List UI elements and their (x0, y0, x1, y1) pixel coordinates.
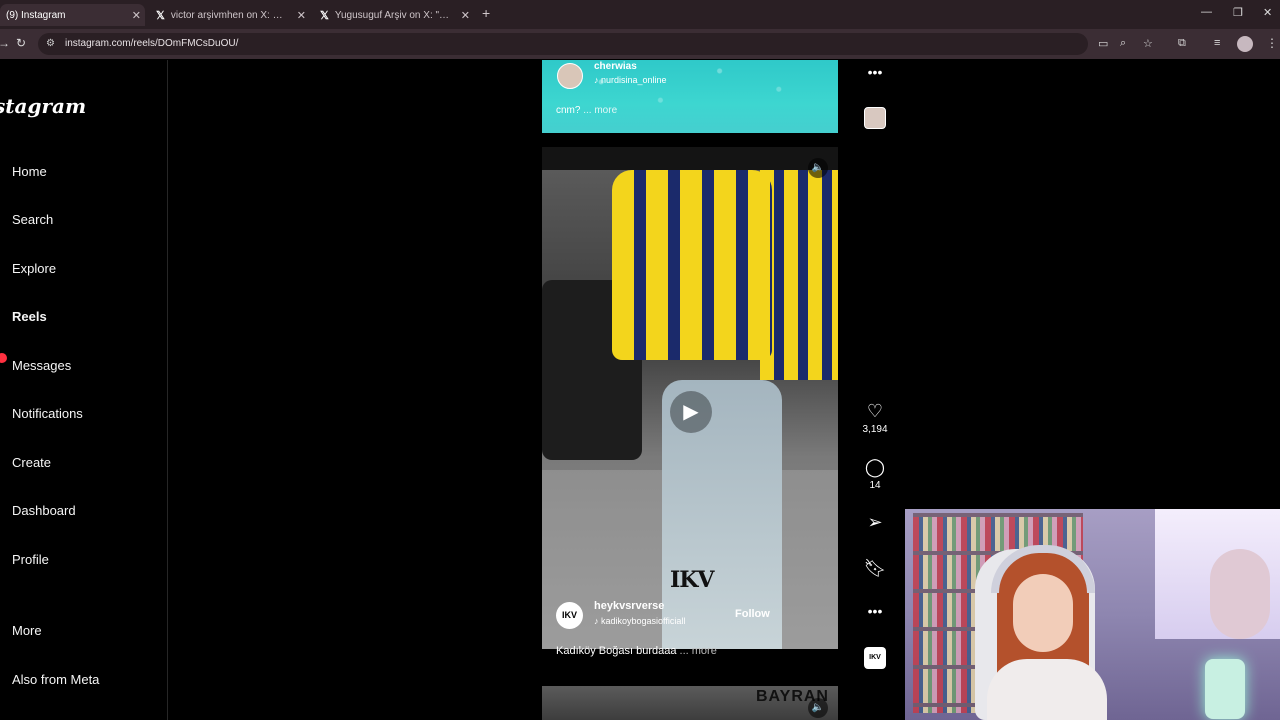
instagram-logo[interactable]: stagram (0, 94, 86, 118)
sidebar-item-profile[interactable]: Profile (12, 552, 49, 567)
reel-next[interactable]: BAYRAN 🔈 (542, 686, 838, 720)
speaker-icon[interactable]: 🔈 (808, 158, 828, 178)
tab-instagram[interactable]: (9) Instagram ✕ (0, 4, 145, 26)
person-icon: ♪ (594, 616, 602, 626)
share-icon: ➢ (867, 512, 883, 532)
video-watermark: IKV (670, 567, 714, 593)
minimize-button[interactable]: — (1201, 6, 1212, 18)
sidebar-item-search[interactable]: Search (12, 212, 53, 227)
reel-main[interactable]: 🔈 ▶ IKV IKV heykvsrverse ♪ kadikoybogasi… (542, 147, 838, 649)
more-link[interactable]: ... more (680, 645, 717, 657)
bookmark-star-icon[interactable]: ☆ (1143, 37, 1153, 50)
follow-button[interactable]: Follow (735, 608, 770, 620)
webcam-plush (1210, 549, 1270, 639)
url-input[interactable]: ⚙ instagram.com/reels/DOmFMCsDuOU/ (38, 33, 1088, 55)
sidebar-item-explore[interactable]: Explore (12, 261, 56, 276)
sidebar-item-notifications[interactable]: Notifications (12, 406, 83, 421)
site-settings-icon[interactable]: ⚙ (46, 38, 55, 49)
close-window-button[interactable]: ✕ (1263, 6, 1272, 19)
reel-previous[interactable]: cherwias ♪ nurdisina_online cnm? ... mor… (542, 60, 838, 133)
tab-close-icon[interactable]: ✕ (297, 9, 306, 22)
address-bar: → ↻ ⚙ instagram.com/reels/DOmFMCsDuOU/ ▭… (0, 29, 1280, 59)
zoom-icon[interactable]: ⌕ (1120, 37, 1126, 50)
reel-audio[interactable]: ♪ kadikoybogasiofficiall (594, 616, 685, 626)
webcam-overlay (905, 509, 1280, 720)
tab-close-icon[interactable]: ✕ (132, 9, 141, 22)
reel-previous-more-button[interactable]: ••• (862, 64, 888, 80)
avatar[interactable]: IKV (556, 602, 583, 629)
url-text: instagram.com/reels/DOmFMCsDuOU/ (65, 38, 239, 49)
forward-arrow-icon[interactable]: → (0, 36, 10, 50)
tab-title: Yugusuguf Arşiv on X: "şanlıurfa (334, 9, 450, 21)
speaker-icon[interactable]: 🔈 (808, 698, 828, 718)
reel-username[interactable]: heykvsrverse (594, 600, 664, 612)
like-button[interactable]: ♡ 3,194 (862, 401, 888, 435)
x-logo-icon: 𝕏 (156, 9, 165, 22)
reel-username[interactable]: cherwias (594, 61, 637, 72)
tab-title: victor arşivmhen on X: "Wilfred (170, 9, 286, 21)
browser-profile-avatar[interactable] (1237, 36, 1253, 52)
reel-caption-text: cnm? (556, 105, 581, 116)
restore-button[interactable]: ❐ (1233, 6, 1243, 19)
reel-caption-text: Kadıköy Boğası burdaaa (556, 645, 677, 657)
sidebar-item-also-from-meta[interactable]: Also from Meta (12, 672, 99, 687)
media-controls-icon[interactable]: ≡ (1214, 37, 1220, 49)
audio-thumbnail[interactable] (864, 107, 886, 129)
bookmark-icon: 🔖︎ (863, 558, 887, 578)
person-icon: ♪ (594, 75, 602, 85)
more-icon: ••• (867, 64, 883, 80)
like-count: 3,194 (862, 424, 888, 435)
comment-icon: ◯ (864, 457, 886, 477)
reel-audio-label: kadikoybogasiofficiall (601, 616, 686, 626)
new-tab-button[interactable]: + (482, 5, 490, 21)
reel-caption: Kadıköy Boğası burdaaa ... more (556, 645, 717, 657)
instagram-sidebar: stagram Home Search Explore Reels Messag… (0, 60, 168, 720)
sidebar-item-reels[interactable]: Reels (12, 309, 47, 324)
reel-caption: cnm? ... more (556, 105, 617, 116)
webcam-lamp (1205, 659, 1245, 719)
audio-thumbnail[interactable]: IKV (864, 647, 886, 669)
sidebar-item-messages[interactable]: Messages (12, 358, 71, 373)
comment-button[interactable]: ◯ 14 (862, 457, 888, 491)
reel-background (542, 60, 838, 133)
tab-yugusuguf-arsiv[interactable]: 𝕏 Yugusuguf Arşiv on X: "şanlıurfa ✕ (314, 4, 474, 26)
messages-badge (0, 353, 7, 363)
play-icon[interactable]: ▶ (670, 391, 712, 433)
sidebar-item-dashboard[interactable]: Dashboard (12, 503, 76, 518)
browser-menu-icon[interactable]: ⋮ (1266, 36, 1278, 50)
sidebar-item-create[interactable]: Create (12, 455, 51, 470)
share-button[interactable]: ➢ (862, 512, 888, 533)
webcam-person-shirt (987, 659, 1107, 720)
tab-close-icon[interactable]: ✕ (461, 9, 470, 22)
cast-icon[interactable]: ▭ (1098, 37, 1108, 50)
reel-audio-label: nurdisina_online (601, 75, 667, 85)
sidebar-item-home[interactable]: Home (12, 164, 47, 179)
tab-victor-arsiv[interactable]: 𝕏 victor arşivmhen on X: "Wilfred ✕ (150, 4, 310, 26)
more-link[interactable]: ... more (583, 105, 617, 116)
x-logo-icon: 𝕏 (320, 9, 329, 22)
more-options-button[interactable]: ••• (862, 603, 888, 619)
video-scene-jersey (612, 170, 772, 360)
heart-icon: ♡ (866, 401, 884, 421)
sidebar-item-more[interactable]: More (12, 623, 42, 638)
tab-title: (9) Instagram (6, 9, 66, 21)
reel-audio[interactable]: ♪ nurdisina_online (594, 75, 667, 85)
comment-count: 14 (869, 480, 881, 491)
avatar[interactable] (557, 63, 583, 89)
more-icon: ••• (867, 603, 883, 619)
browser-tab-bar: (9) Instagram ✕ 𝕏 victor arşivmhen on X:… (0, 0, 1280, 29)
save-button[interactable]: 🔖︎ (862, 558, 888, 579)
extensions-icon[interactable]: ⧉ (1178, 37, 1186, 50)
reload-icon[interactable]: ↻ (16, 36, 26, 50)
